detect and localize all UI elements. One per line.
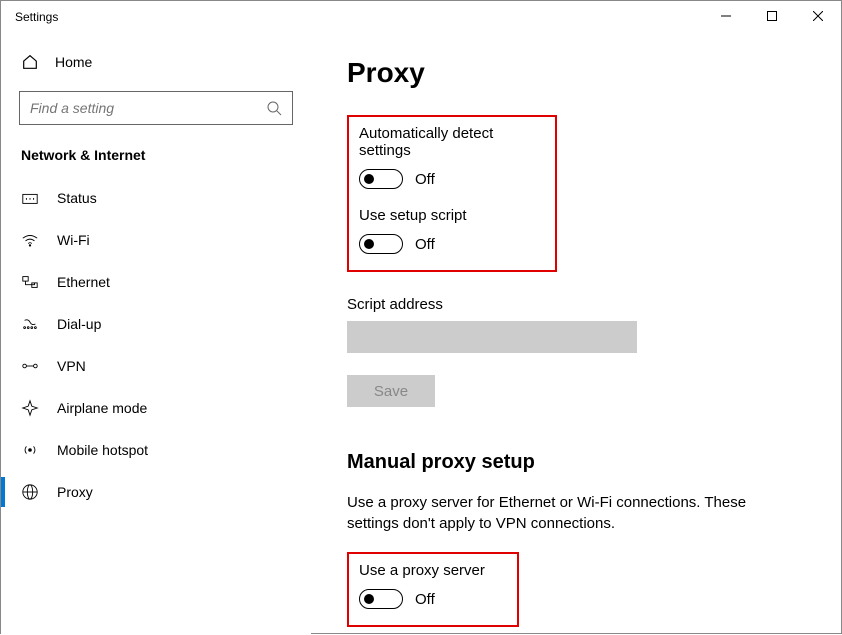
use-proxy-value: Off bbox=[415, 591, 435, 608]
minimize-button[interactable] bbox=[703, 1, 749, 31]
status-icon bbox=[21, 189, 39, 207]
sidebar-item-label: Status bbox=[57, 190, 97, 206]
ethernet-icon bbox=[21, 273, 39, 291]
sidebar-item-label: Airplane mode bbox=[57, 400, 147, 416]
sidebar-item-ethernet[interactable]: Ethernet bbox=[1, 261, 311, 303]
sidebar: Home Network & Internet Status Wi-Fi Eth… bbox=[1, 33, 311, 635]
auto-detect-value: Off bbox=[415, 171, 435, 188]
sidebar-item-label: Ethernet bbox=[57, 274, 110, 290]
sidebar-item-label: Wi-Fi bbox=[57, 232, 90, 248]
auto-detect-label: Automatically detect settings bbox=[359, 125, 545, 159]
sidebar-item-label: Dial-up bbox=[57, 316, 101, 332]
window-title: Settings bbox=[15, 10, 58, 24]
close-button[interactable] bbox=[795, 1, 841, 31]
home-icon bbox=[21, 53, 39, 71]
page-title: Proxy bbox=[347, 57, 811, 89]
main-panel: Proxy Automatically detect settings Off … bbox=[311, 33, 841, 635]
search-input[interactable] bbox=[19, 91, 293, 125]
highlight-auto-section: Automatically detect settings Off Use se… bbox=[347, 115, 557, 272]
sidebar-item-wifi[interactable]: Wi-Fi bbox=[1, 219, 311, 261]
maximize-button[interactable] bbox=[749, 1, 795, 31]
manual-description: Use a proxy server for Ethernet or Wi-Fi… bbox=[347, 492, 787, 534]
highlight-proxy-section: Use a proxy server Off bbox=[347, 552, 519, 627]
sidebar-item-vpn[interactable]: VPN bbox=[1, 345, 311, 387]
sidebar-item-label: VPN bbox=[57, 358, 86, 374]
script-address-label: Script address bbox=[347, 296, 811, 313]
sidebar-item-label: Mobile hotspot bbox=[57, 442, 148, 458]
sidebar-item-proxy[interactable]: Proxy bbox=[1, 471, 311, 513]
wifi-icon bbox=[21, 231, 39, 249]
sidebar-item-hotspot[interactable]: Mobile hotspot bbox=[1, 429, 311, 471]
airplane-icon bbox=[21, 399, 39, 417]
sidebar-item-label: Proxy bbox=[57, 484, 93, 500]
use-proxy-label: Use a proxy server bbox=[359, 562, 507, 579]
vpn-icon bbox=[21, 357, 39, 375]
script-address-input[interactable] bbox=[347, 321, 637, 353]
search-field[interactable] bbox=[30, 100, 250, 116]
manual-heading: Manual proxy setup bbox=[347, 451, 811, 474]
auto-detect-toggle[interactable] bbox=[359, 169, 403, 189]
use-script-label: Use setup script bbox=[359, 207, 545, 224]
dialup-icon bbox=[21, 315, 39, 333]
globe-icon bbox=[21, 483, 39, 501]
use-script-value: Off bbox=[415, 236, 435, 253]
section-title: Network & Internet bbox=[1, 139, 311, 177]
sidebar-item-airplane[interactable]: Airplane mode bbox=[1, 387, 311, 429]
search-icon bbox=[266, 100, 282, 116]
sidebar-item-dialup[interactable]: Dial-up bbox=[1, 303, 311, 345]
hotspot-icon bbox=[21, 441, 39, 459]
save-button[interactable]: Save bbox=[347, 375, 435, 407]
use-script-toggle[interactable] bbox=[359, 234, 403, 254]
sidebar-item-status[interactable]: Status bbox=[1, 177, 311, 219]
home-nav[interactable]: Home bbox=[1, 43, 311, 81]
home-label: Home bbox=[55, 54, 92, 70]
use-proxy-toggle[interactable] bbox=[359, 589, 403, 609]
